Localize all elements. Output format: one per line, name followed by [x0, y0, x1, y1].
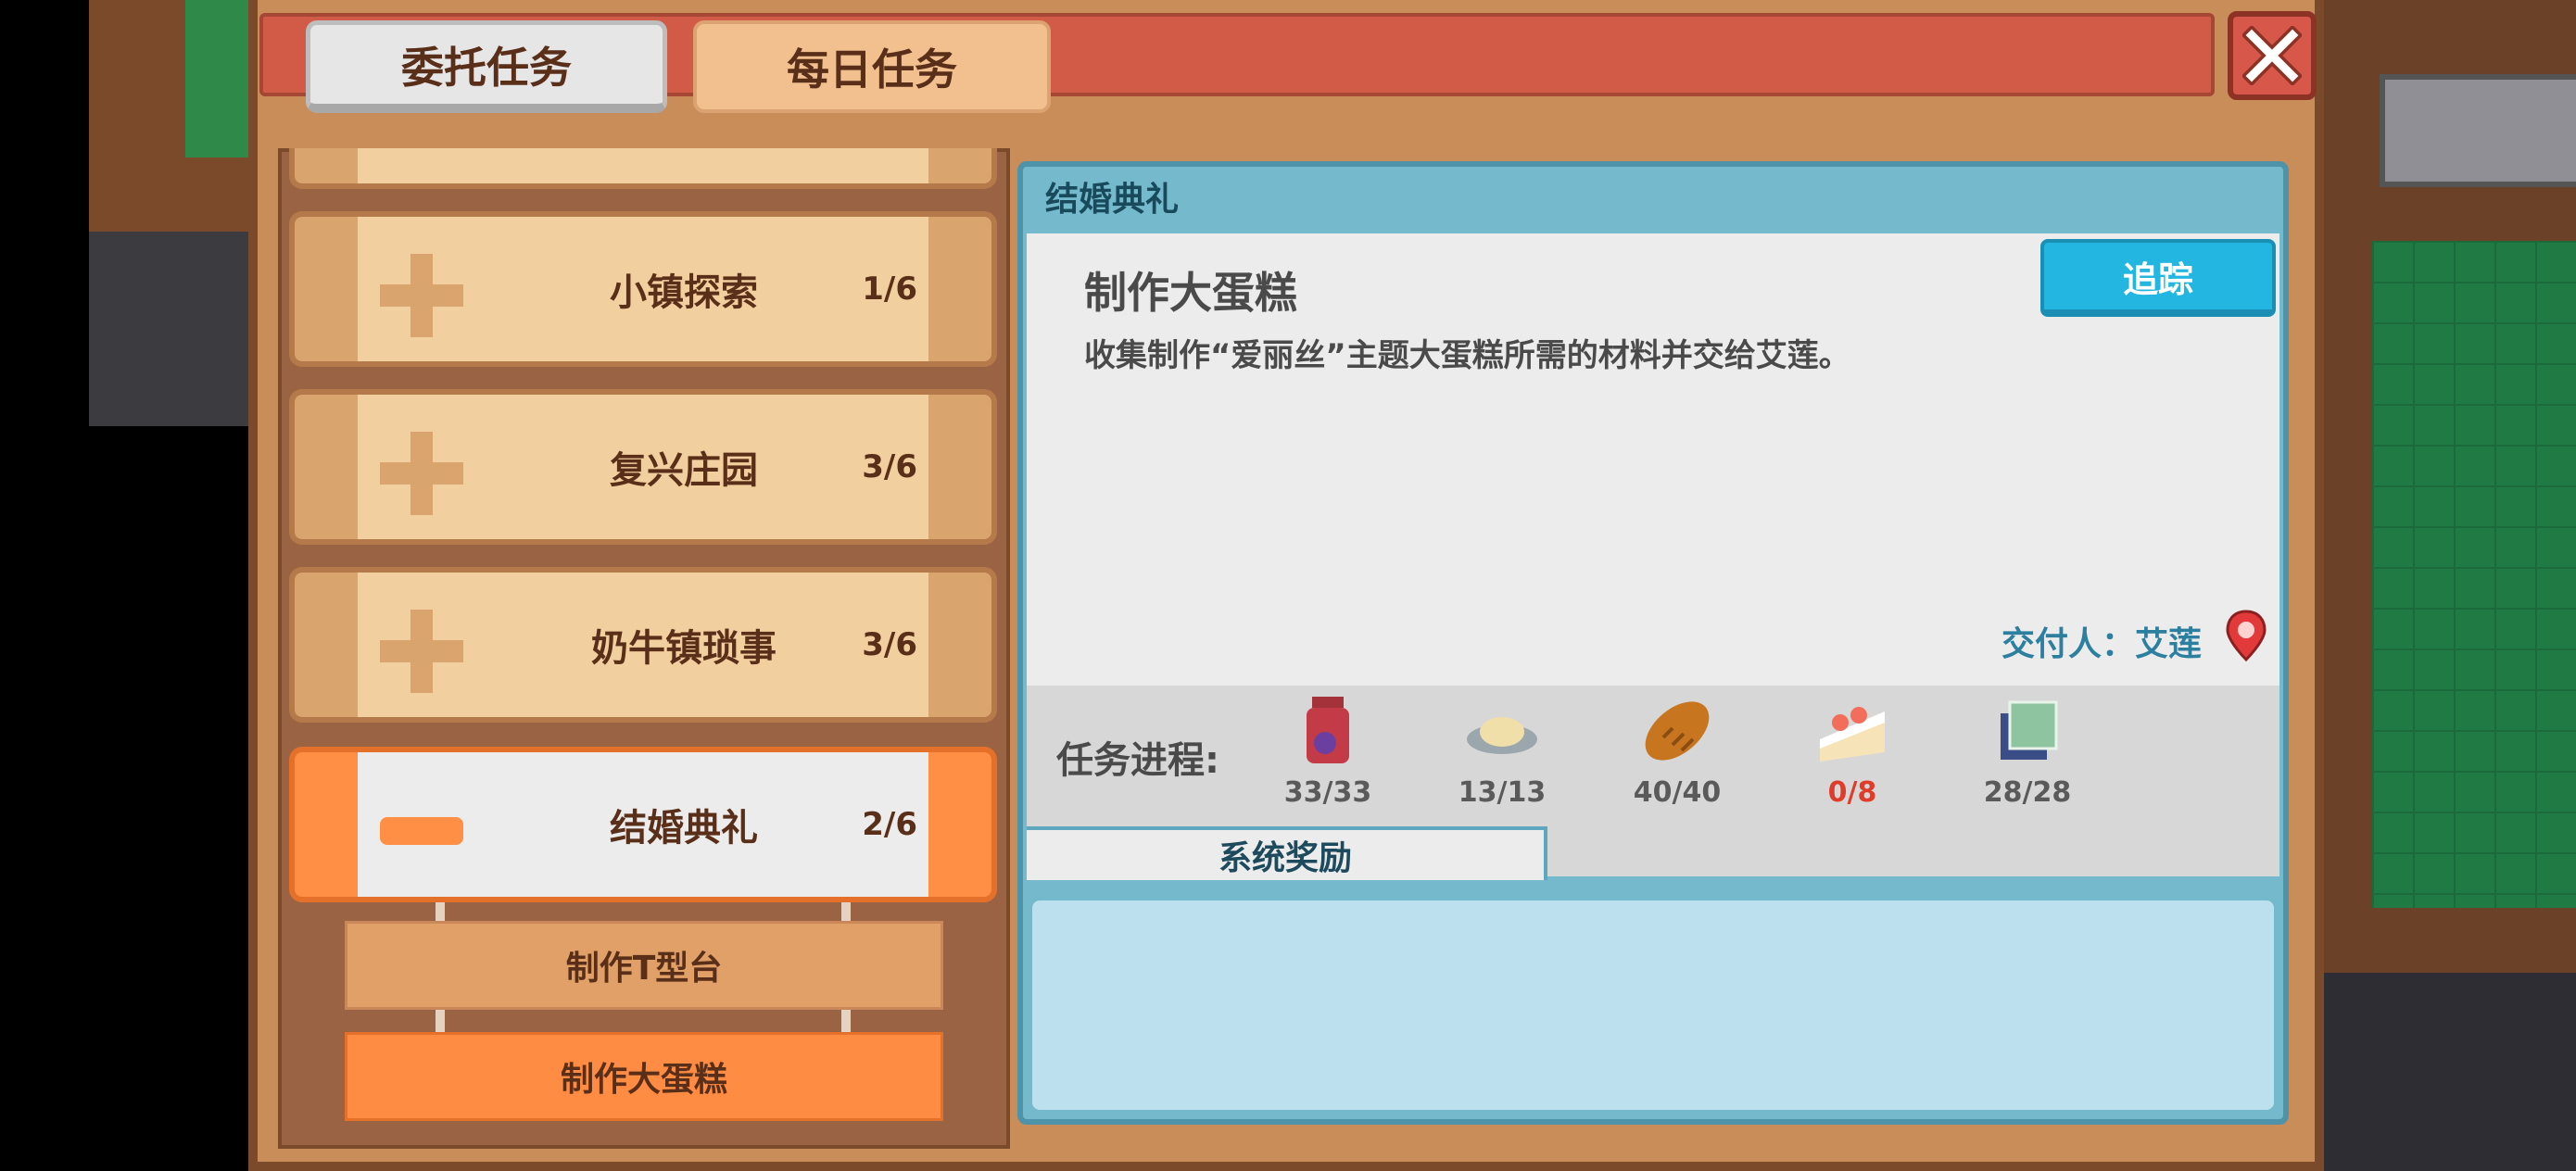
reward-content-box — [1027, 895, 2279, 1115]
background-stone-floor-right — [2317, 973, 2576, 1171]
quest-category-label: 复兴庄园 — [610, 449, 758, 492]
expand-plus-icon — [380, 432, 463, 515]
tree-connector — [436, 1010, 445, 1032]
background-grass-field — [2372, 241, 2576, 908]
cake-slice-icon[interactable] — [1812, 691, 1892, 771]
quest-title: 制作大蛋糕 — [1084, 268, 1297, 318]
quest-progress-label: 任务进程: — [1056, 739, 1219, 782]
quest-category-label: 结婚典礼 — [610, 807, 758, 850]
quest-category-label: 小镇探索 — [610, 271, 758, 314]
collapse-minus-icon — [380, 817, 463, 845]
close-icon — [2242, 26, 2302, 85]
quest-category-item-expanded[interactable]: 结婚典礼 2/6 — [289, 747, 997, 902]
quest-category-count: 2/6 — [862, 806, 917, 843]
tree-connector — [841, 1010, 851, 1032]
tab-commission-quests[interactable]: 委托任务 — [306, 20, 667, 113]
jar-icon[interactable] — [1288, 691, 1368, 771]
close-button[interactable] — [2228, 11, 2317, 100]
quest-category-count: 1/6 — [862, 271, 917, 308]
sub-quest-item[interactable]: 制作T型台 — [345, 921, 943, 1010]
quest-category-count: 3/6 — [862, 448, 917, 485]
tree-connector — [436, 902, 445, 921]
expand-plus-icon — [380, 254, 463, 337]
item-count: 13/13 — [1458, 776, 1547, 809]
background-stone-floor — [89, 232, 256, 426]
quest-category-item[interactable]: 小镇探索 1/6 — [289, 211, 997, 367]
tree-connector — [841, 902, 851, 921]
sub-quest-label: 制作T型台 — [565, 950, 723, 988]
item-count: 0/8 — [1827, 776, 1877, 809]
quest-category-label: 奶牛镇琐事 — [591, 627, 777, 670]
quest-category-count: 3/6 — [862, 626, 917, 663]
location-pin-icon[interactable] — [2224, 610, 2268, 661]
list-item-partial[interactable] — [289, 148, 997, 189]
quest-category-item[interactable]: 奶牛镇琐事 3/6 — [289, 567, 997, 723]
track-button-label: 追踪 — [2122, 258, 2193, 300]
flour-plate-icon[interactable] — [1462, 691, 1542, 771]
item-count: 40/40 — [1633, 776, 1722, 809]
sub-quest-item-selected[interactable]: 制作大蛋糕 — [345, 1032, 943, 1121]
item-count: 28/28 — [1983, 776, 2072, 809]
expand-plus-icon — [380, 610, 463, 693]
cloth-icon[interactable] — [1988, 691, 2067, 771]
quest-giver: 交付人：艾莲 — [2001, 625, 2203, 663]
background-stove — [2380, 74, 2576, 187]
track-button[interactable]: 追踪 — [2040, 239, 2276, 317]
quest-category-item[interactable]: 复兴庄园 3/6 — [289, 389, 997, 545]
bread-icon[interactable] — [1637, 691, 1717, 771]
detail-section-title: 结婚典礼 — [1045, 181, 1180, 219]
sub-quest-label: 制作大蛋糕 — [560, 1061, 727, 1099]
item-count: 33/33 — [1283, 776, 1372, 809]
reward-tab-label: 系统奖励 — [1218, 839, 1352, 877]
tab-system-reward[interactable]: 系统奖励 — [1027, 826, 1547, 880]
tab-daily-quests[interactable]: 每日任务 — [693, 20, 1051, 113]
quest-description: 收集制作“爱丽丝”主题大蛋糕所需的材料并交给艾莲。 — [1084, 337, 1850, 374]
tab-label: 委托任务 — [401, 42, 572, 93]
tab-label: 每日任务 — [787, 44, 957, 94]
